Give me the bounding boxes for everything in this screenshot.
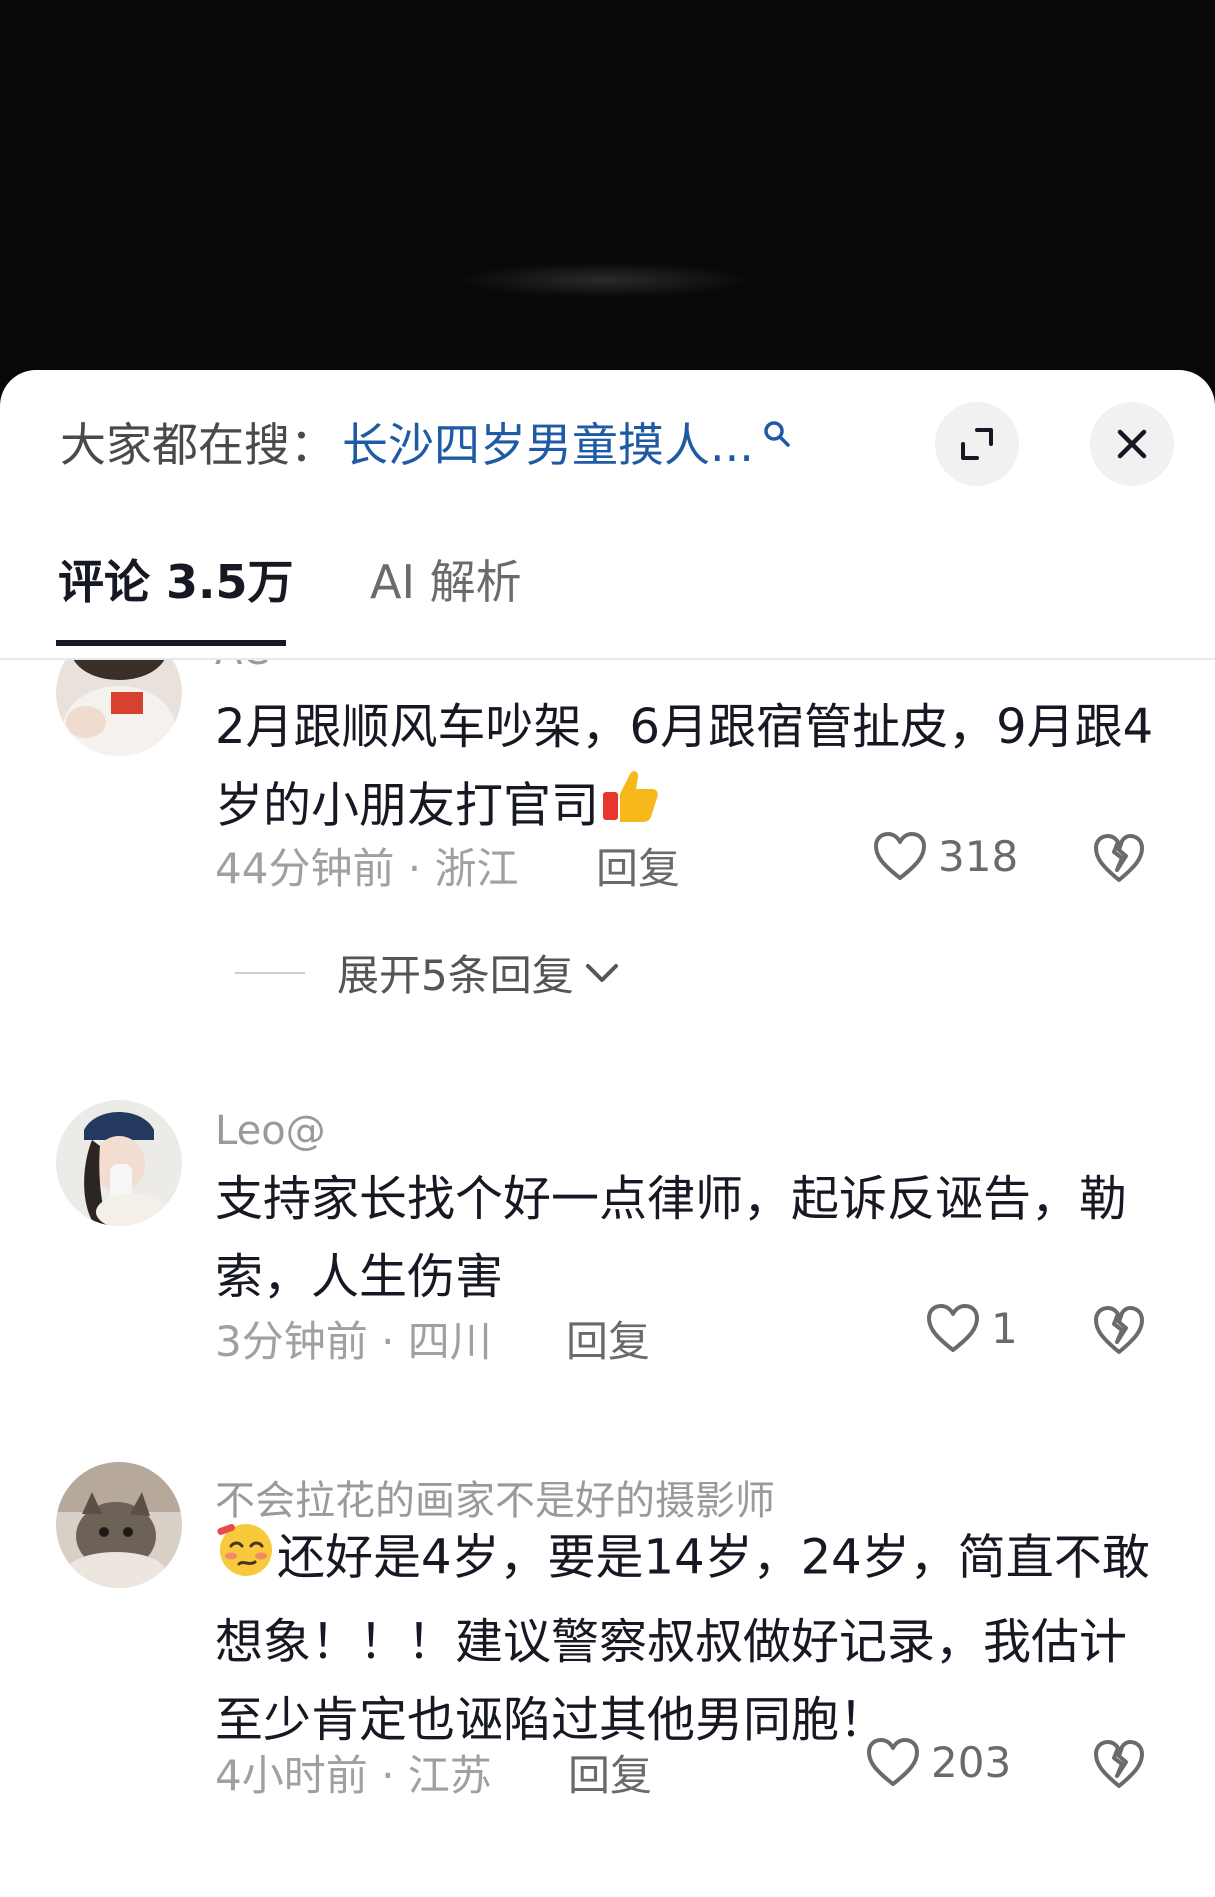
woozy-face-icon — [215, 1518, 277, 1603]
tab-ai-analysis[interactable]: AI 解析 — [370, 550, 522, 614]
comment-list[interactable]: AC 2月跟顺风车吵架，6月跟宿管扯皮，9月跟4岁的小朋友打官司 44分钟前 ·… — [0, 660, 1215, 1897]
expand-button[interactable] — [935, 402, 1019, 486]
expand-replies-button[interactable]: 展开5条回复 — [235, 942, 622, 1003]
chevron-down-icon — [585, 963, 618, 982]
comment-meta: 44分钟前 · 浙江 — [215, 844, 519, 893]
dislike-button[interactable] — [1092, 1304, 1146, 1360]
comment-meta: 4小时前 · 江苏 — [215, 1751, 492, 1800]
comment-username[interactable]: Leo@ — [215, 1108, 326, 1154]
active-tab-indicator — [56, 640, 286, 646]
reply-button[interactable]: 回复 — [566, 1308, 650, 1369]
comment-text: 2月跟顺风车吵架，6月跟宿管扯皮，9月跟4岁的小朋友打官司 — [215, 688, 1165, 851]
reply-button[interactable]: 回复 — [596, 835, 680, 896]
search-label: 大家都在搜： — [60, 418, 336, 472]
close-button[interactable] — [1090, 402, 1174, 486]
like-button[interactable]: 1 — [925, 1302, 1018, 1354]
comment-item: Leo@ 支持家长找个好一点律师，起诉反诬告，勒索，人生伤害 3分钟前 · 四川… — [0, 1100, 1215, 1400]
avatar[interactable] — [56, 1100, 182, 1226]
expand-divider — [235, 971, 305, 974]
close-icon — [1117, 429, 1147, 459]
reply-button[interactable]: 回复 — [568, 1742, 652, 1803]
comment-item: AC 2月跟顺风车吵架，6月跟宿管扯皮，9月跟4岁的小朋友打官司 44分钟前 ·… — [0, 660, 1215, 1050]
like-button[interactable]: 203 — [865, 1736, 1011, 1788]
comment-meta: 3分钟前 · 四川 — [215, 1317, 492, 1366]
comment-text-content: 2月跟顺风车吵架，6月跟宿管扯皮，9月跟4岁的小朋友打官司 — [215, 699, 1154, 834]
like-count: 203 — [931, 1737, 1012, 1787]
comment-text-content: 还好是4岁，要是14岁，24岁，简直不敢想象！！！建议警察叔叔做好记录，我估计至… — [215, 1529, 1150, 1749]
video-player-area[interactable] — [0, 0, 1215, 420]
comment-text: 支持家长找个好一点律师，起诉反诬告，勒索，人生伤害 — [215, 1171, 1128, 1305]
comment-item: 不会拉花的画家不是好的摄影师 还好是4岁，要是14岁，24岁，简直不敢想象！！！… — [0, 1462, 1215, 1897]
comment-username[interactable]: AC — [215, 660, 270, 674]
comment-text: 还好是4岁，要是14岁，24岁，简直不敢想象！！！建议警察叔叔做好记录，我估计至… — [215, 1518, 1165, 1759]
heart-icon — [874, 832, 926, 880]
like-button[interactable]: 318 — [872, 830, 1018, 882]
heart-icon — [867, 1738, 919, 1786]
avatar[interactable] — [56, 660, 182, 756]
broken-heart-icon — [1094, 834, 1144, 882]
trending-search-bar[interactable]: 大家都在搜： 长沙四岁男童摸人... — [60, 412, 792, 472]
heart-icon — [927, 1304, 979, 1352]
comments-sheet: 大家都在搜： 长沙四岁男童摸人... 评论 3.5万 AI 解析 2月跟顺风车吵… — [0, 370, 1215, 1897]
avatar[interactable] — [56, 1462, 182, 1588]
dislike-button[interactable] — [1092, 1738, 1146, 1794]
broken-heart-icon — [1094, 1740, 1144, 1788]
expand-replies-label: 展开5条回复 — [337, 951, 574, 1000]
like-count: 318 — [938, 831, 1019, 881]
tab-bar: 评论 3.5万 AI 解析 — [0, 550, 1215, 660]
like-count: 1 — [991, 1303, 1018, 1353]
tab-comments[interactable]: 评论 3.5万 — [58, 550, 294, 614]
expand-icon — [961, 428, 993, 460]
search-query-link[interactable]: 长沙四岁男童摸人... — [342, 409, 754, 475]
search-icon[interactable] — [762, 406, 792, 460]
broken-heart-icon — [1094, 1306, 1144, 1354]
video-frame-blur — [455, 262, 755, 298]
dislike-button[interactable] — [1092, 832, 1146, 888]
